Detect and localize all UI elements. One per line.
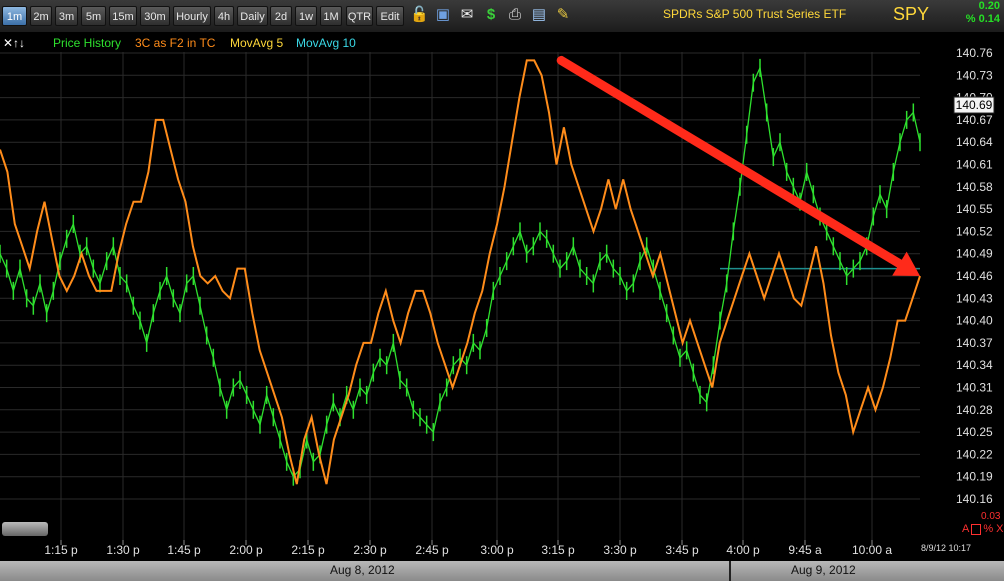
price-history-series xyxy=(0,58,921,486)
x-tick-label: 3:00 p xyxy=(480,543,514,557)
x-axis: 1:15 p 1:30 p 1:45 p 2:00 p 2:15 p 2:30 p 2:45… xyxy=(44,540,892,557)
y-tick-label: 140.28 xyxy=(956,403,993,417)
date-label-aug-8: Aug 8, 2012 xyxy=(330,563,395,577)
y-tick-label: 140.22 xyxy=(956,447,993,461)
y-tick-label: 140.55 xyxy=(956,202,993,216)
y-tick-label: 140.25 xyxy=(956,425,993,439)
y-tick-label: 140.19 xyxy=(956,470,993,484)
date-label-aug-9: Aug 9, 2012 xyxy=(791,563,856,577)
alert-marker-suffix: % X xyxy=(983,523,1004,535)
annotation-layer xyxy=(556,55,920,276)
y-tick-label: 140.61 xyxy=(956,158,993,172)
x-tick-label: 3:45 p xyxy=(665,543,699,557)
price-chart: 140.76140.73140.70140.67140.64140.61140.… xyxy=(0,46,995,557)
current-price-label: 140.69 xyxy=(956,98,993,112)
x-tick-label: 1:30 p xyxy=(106,543,140,557)
legend-nav-icons[interactable]: ✕↑↓ xyxy=(3,36,25,50)
x-tick-label: 9:45 a xyxy=(788,543,822,557)
chart-datetime: 8/9/12 10:17 xyxy=(921,543,972,553)
chart-grid xyxy=(0,52,920,540)
y-tick-label: 140.67 xyxy=(956,113,993,127)
x-tick-label: 1:45 p xyxy=(167,543,201,557)
y-tick-label: 140.46 xyxy=(956,269,993,283)
legend-3c-indicator[interactable]: 3C as F2 in TC xyxy=(135,36,215,50)
y-tick-label: 140.37 xyxy=(956,336,993,350)
y-tick-label: 140.76 xyxy=(956,46,993,60)
y-tick-label: 140.49 xyxy=(956,247,993,261)
date-bar: Aug 8, 2012 Aug 9, 2012 xyxy=(0,561,1004,581)
indicator-bottom-value: 0.03 xyxy=(981,511,1001,522)
x-tick-label: 2:45 p xyxy=(415,543,449,557)
y-tick-label: 140.43 xyxy=(956,291,993,305)
date-separator xyxy=(729,561,731,581)
y-axis: 140.76140.73140.70140.67140.64140.61140.… xyxy=(953,46,995,506)
y-tick-label: 140.34 xyxy=(956,358,993,372)
x-tick-label: 2:00 p xyxy=(229,543,263,557)
y-tick-label: 140.52 xyxy=(956,224,993,238)
alert-marker-letter: A xyxy=(962,523,970,535)
x-tick-label: 3:15 p xyxy=(541,543,575,557)
legend-movavg-5[interactable]: MovAvg 5 xyxy=(230,36,283,50)
y-tick-label: 140.64 xyxy=(956,135,993,149)
x-tick-label: 3:30 p xyxy=(603,543,637,557)
legend-price-history[interactable]: Price History xyxy=(53,36,121,50)
trend-arrow-shaft xyxy=(556,55,904,269)
x-tick-label: 2:30 p xyxy=(353,543,387,557)
indicator-3c-line xyxy=(0,59,921,485)
x-tick-label: 10:00 a xyxy=(852,543,892,557)
alert-marker[interactable]: A % X xyxy=(962,523,1004,535)
y-tick-label: 140.16 xyxy=(956,492,993,506)
x-tick-label: 2:15 p xyxy=(291,543,325,557)
y-tick-label: 140.58 xyxy=(956,180,993,194)
y-tick-label: 140.40 xyxy=(956,314,993,328)
y-tick-label: 140.31 xyxy=(956,381,993,395)
legend-movavg-10[interactable]: MovAvg 10 xyxy=(296,36,356,50)
x-tick-label: 1:15 p xyxy=(44,543,78,557)
x-tick-label: 4:00 p xyxy=(726,543,760,557)
price-history-line xyxy=(0,65,921,478)
horizontal-scroll-thumb[interactable] xyxy=(2,522,48,536)
alert-box-icon xyxy=(971,523,982,535)
y-tick-label: 140.73 xyxy=(956,68,993,82)
indicator-series xyxy=(0,59,921,485)
